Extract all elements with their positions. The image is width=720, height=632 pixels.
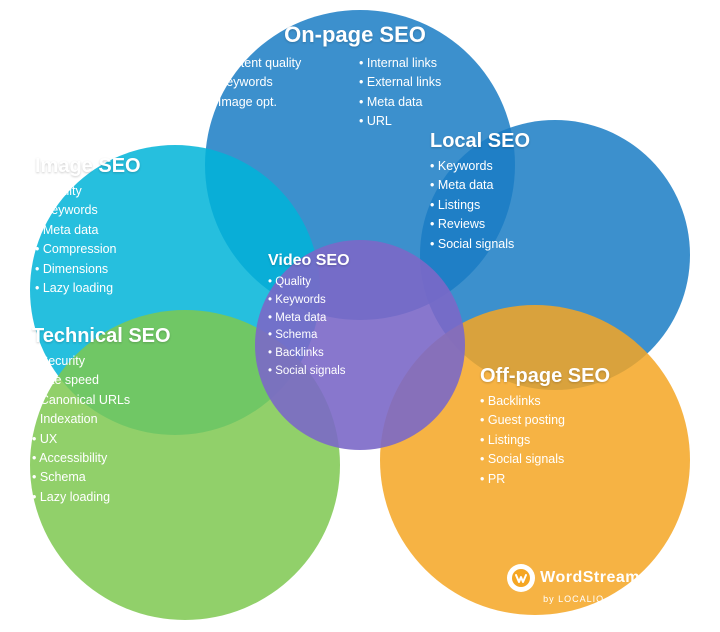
wordstream-icon <box>507 564 535 592</box>
wordstream-name: WordStream <box>540 569 640 587</box>
diagram-container: On-page SEO Content quality Keywords Ima… <box>0 0 720 632</box>
wordstream-sub: by LOCALIQ <box>543 594 604 604</box>
circle-video <box>255 240 465 450</box>
wordstream-brand: WordStream by LOCALIQ <box>507 564 640 604</box>
wordstream-logo: WordStream <box>507 564 640 592</box>
